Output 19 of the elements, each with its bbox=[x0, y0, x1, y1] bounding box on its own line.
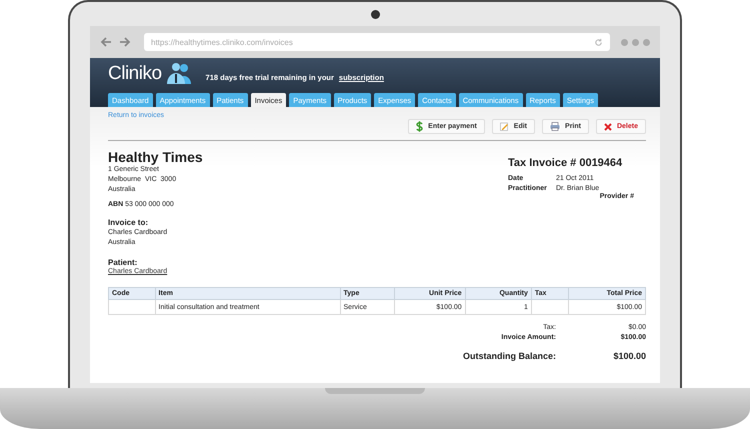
logo-text: Cliniko bbox=[108, 64, 162, 84]
reload-icon[interactable] bbox=[594, 38, 603, 46]
pencil-icon bbox=[500, 122, 509, 131]
table-cell bbox=[531, 300, 568, 314]
section-heading: Invoice to: bbox=[108, 217, 150, 228]
close-icon bbox=[604, 122, 612, 130]
table-cell bbox=[108, 300, 156, 314]
camera-icon bbox=[370, 10, 380, 18]
printer-icon bbox=[550, 122, 560, 131]
balance-label: Outstanding Balance: bbox=[462, 351, 556, 361]
forward-icon[interactable] bbox=[119, 37, 131, 47]
dollar-icon bbox=[416, 121, 424, 132]
business-name: Healthy Times bbox=[108, 149, 203, 165]
balance-value: $100.00 bbox=[612, 351, 646, 361]
back-icon[interactable] bbox=[100, 37, 112, 47]
section-heading: Patient: bbox=[108, 257, 138, 268]
window-dots-icon bbox=[621, 38, 650, 46]
invoice-title: Tax Invoice # 0019464 bbox=[508, 157, 624, 169]
address-bar[interactable]: https://healthytimes.cliniko.com/invoices bbox=[144, 33, 610, 51]
